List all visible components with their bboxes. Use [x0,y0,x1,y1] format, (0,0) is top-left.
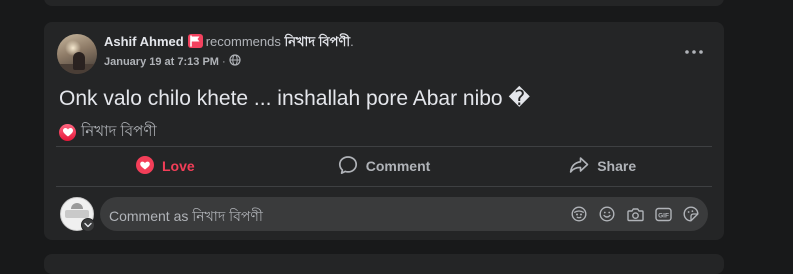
post-meta: January 19 at 7:13 PM · [104,54,241,69]
camera-icon[interactable] [626,205,644,223]
share-button[interactable]: Share [493,148,712,184]
comment-label: Comment [365,158,431,174]
comment-button[interactable]: Comment [275,148,494,184]
avatar-logo-top [71,203,83,209]
globe-icon [229,54,241,69]
recommend-flag-icon [187,34,203,48]
emoji-icon[interactable] [598,205,616,223]
post-timestamp[interactable]: January 19 at 7:13 PM [104,56,219,68]
svg-text:GIF: GIF [658,212,669,219]
share-label: Share [597,158,637,174]
more-options-button[interactable] [680,40,708,60]
love-reaction-icon [59,124,76,141]
author-name[interactable]: Ashif Ahmed [104,34,184,49]
post-body: Onk valo chilo khete ... inshallah pore … [59,87,530,110]
love-button[interactable]: Love [56,148,275,184]
period: . [350,34,354,49]
sticker-icon[interactable] [682,205,700,223]
more-options-icon [685,41,703,59]
divider-top [56,146,712,147]
previous-post-card [44,0,724,6]
avatar-logo-band [65,210,89,218]
comment-tools: GIF [560,205,700,223]
comment-input[interactable]: Comment as নিখাদ বিপণী GIF [100,197,708,231]
avatar-figure [73,52,85,70]
action-text: recommends [205,34,281,49]
gif-icon[interactable]: GIF [654,205,672,223]
avatar-sticker-icon[interactable] [570,205,588,223]
reaction-name: নিখাদ বিপণী [81,123,157,140]
love-label: Love [161,158,195,174]
heart-icon [135,155,162,177]
comment-placeholder: Comment as নিখাদ বিপণী [109,208,263,224]
reaction-summary[interactable]: নিখাদ বিপণী [59,120,157,145]
meta-separator: · [221,55,226,68]
share-arrow-icon [569,155,597,178]
post-card: Ashif Ahmed recommends নিখাদ বিপণী. Janua… [44,22,724,240]
post-header: Ashif Ahmed recommends নিখাদ বিপণী. [104,34,354,50]
next-post-card [44,254,724,274]
divider-bottom [56,186,712,187]
comment-composer: Comment as নিখাদ বিপণী GIF [59,197,711,232]
comment-bubble-icon [338,155,366,178]
recommended-page-name[interactable]: নিখাদ বিপণী [284,34,350,49]
author-avatar[interactable] [57,34,97,74]
post-actions: Love Comment Share [56,148,712,184]
chevron-down-icon[interactable] [81,218,95,232]
